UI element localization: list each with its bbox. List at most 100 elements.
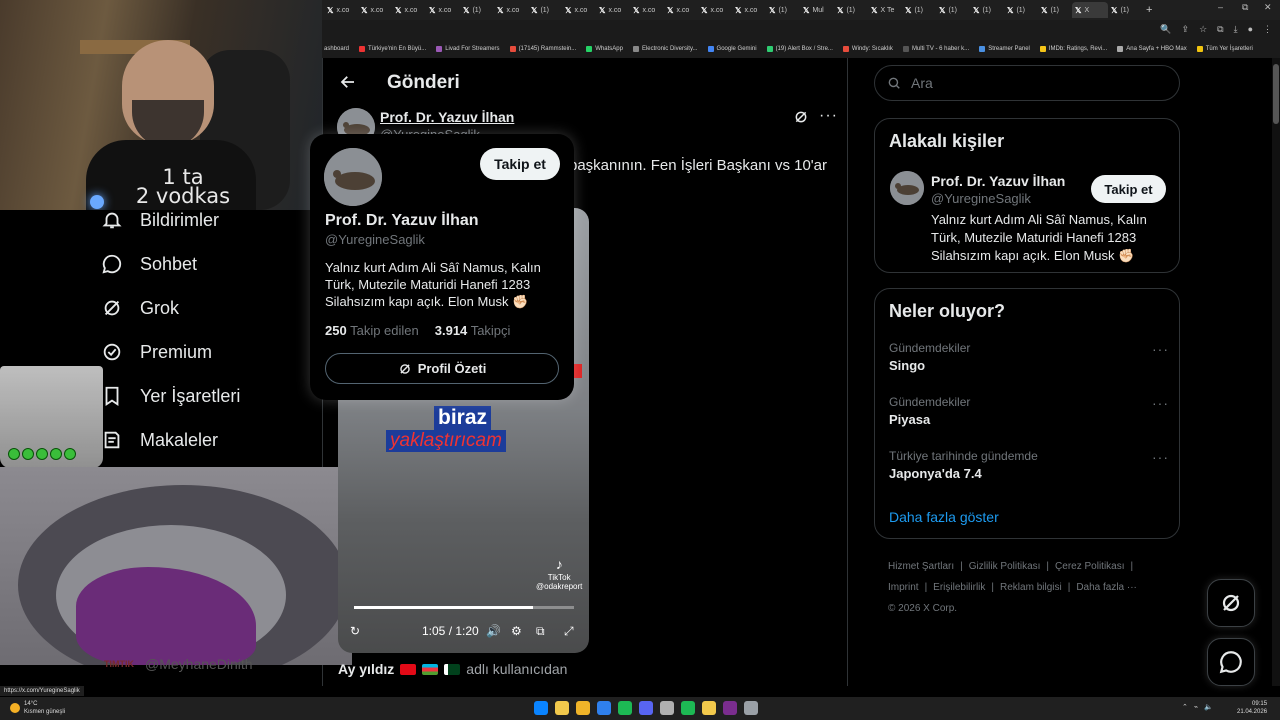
browser-tab[interactable]: 𝕏x.co bbox=[732, 2, 766, 18]
more-options-icon[interactable]: ··· bbox=[1152, 341, 1169, 357]
browser-tab[interactable]: 𝕏 (1) bbox=[902, 2, 936, 18]
grok-explain-icon[interactable] bbox=[793, 109, 809, 130]
taskbar-app-icon[interactable] bbox=[534, 701, 548, 715]
browser-tab[interactable]: 𝕏 (1) bbox=[936, 2, 970, 18]
settings-icon[interactable]: ⚙ bbox=[511, 624, 522, 638]
footer-link[interactable]: Hizmet Şartları bbox=[888, 561, 954, 572]
footer-link[interactable]: Imprint bbox=[888, 582, 919, 593]
footer-link[interactable]: Erişilebilirlik bbox=[933, 582, 985, 593]
taskbar-clock[interactable]: 09:15 21.04.2026 bbox=[1237, 700, 1267, 716]
more-options-icon[interactable]: ··· bbox=[819, 107, 838, 125]
attribution-name[interactable]: Ay yıldız bbox=[338, 661, 394, 677]
browser-tab[interactable]: 𝕏x.co bbox=[562, 2, 596, 18]
bookmark-item[interactable]: Livad For Streamers bbox=[436, 46, 500, 52]
video-progress-bar[interactable] bbox=[354, 606, 574, 609]
browser-tab[interactable]: 𝕏x.co bbox=[358, 2, 392, 18]
grok-fab-button[interactable] bbox=[1207, 579, 1255, 627]
browser-tab[interactable]: 𝕏 Mul bbox=[800, 2, 834, 18]
page-scrollbar[interactable] bbox=[1272, 58, 1280, 686]
hover-card-avatar[interactable] bbox=[324, 148, 382, 206]
taskbar-app-icon[interactable] bbox=[555, 701, 569, 715]
related-follow-button[interactable]: Takip et bbox=[1091, 175, 1166, 203]
zoom-icon[interactable]: 🔍 bbox=[1160, 24, 1171, 35]
bookmark-item[interactable]: Multi TV - 6 haber k... bbox=[902, 46, 969, 52]
new-tab-button[interactable]: + bbox=[1146, 4, 1152, 16]
extensions-icon[interactable]: ⧉ bbox=[1217, 24, 1223, 35]
footer-link[interactable]: Gizlilik Politikası bbox=[969, 561, 1041, 572]
scrollbar-thumb[interactable] bbox=[1273, 64, 1279, 124]
bookmark-item[interactable]: Streamer Panel bbox=[979, 46, 1030, 52]
browser-tab[interactable]: 𝕏 (1) bbox=[1004, 2, 1038, 18]
share-icon[interactable]: ⇪ bbox=[1182, 24, 1190, 35]
followers-stat[interactable]: 3.914 Takipçi bbox=[435, 323, 511, 338]
volume-icon[interactable]: 🔊 bbox=[486, 624, 501, 638]
pip-icon[interactable]: ⧉ bbox=[536, 624, 545, 639]
volume-icon[interactable]: 🔈 bbox=[1204, 703, 1213, 711]
following-stat[interactable]: 250 Takip edilen bbox=[325, 323, 419, 338]
taskbar-app-icon[interactable] bbox=[639, 701, 653, 715]
footer-link[interactable]: Çerez Politikası bbox=[1055, 561, 1124, 572]
browser-tab[interactable]: 𝕏x.co bbox=[664, 2, 698, 18]
hover-card-handle[interactable]: @YuregineSaglik bbox=[325, 232, 425, 247]
trend-item[interactable]: Gündemdekiler Piyasa ··· bbox=[889, 395, 1169, 427]
taskbar-app-icon[interactable] bbox=[681, 701, 695, 715]
search-input[interactable]: Ara bbox=[874, 65, 1180, 101]
bookmark-item[interactable]: ashboard bbox=[324, 46, 349, 52]
more-options-icon[interactable]: ··· bbox=[1152, 395, 1169, 411]
taskbar-app-icon[interactable] bbox=[744, 701, 758, 715]
bookmark-item[interactable]: Google Gemini bbox=[707, 46, 757, 52]
messages-fab-button[interactable] bbox=[1207, 638, 1255, 686]
browser-tab[interactable]: 𝕏x.co bbox=[630, 2, 664, 18]
fullscreen-icon[interactable]: ⤢ bbox=[564, 624, 574, 639]
trend-item[interactable]: Gündemdekiler Singo ··· bbox=[889, 341, 1169, 373]
browser-tab[interactable]: 𝕏 (1) bbox=[1108, 2, 1142, 18]
replay-icon[interactable]: ↻ bbox=[350, 624, 360, 638]
footer-link[interactable]: Daha fazla ··· bbox=[1076, 582, 1137, 593]
bookmark-item[interactable]: WhatsApp bbox=[586, 46, 623, 52]
back-button[interactable] bbox=[337, 71, 359, 93]
weather-widget[interactable]: 14°C Kısmen güneşli bbox=[10, 700, 65, 716]
taskbar-app-icon[interactable] bbox=[576, 701, 590, 715]
nav-bookmarks[interactable]: Yer İşaretleri bbox=[100, 384, 240, 408]
nav-premium[interactable]: Premium bbox=[100, 340, 212, 364]
browser-tab[interactable]: 𝕏x.co bbox=[426, 2, 460, 18]
browser-tab[interactable]: 𝕏 (1) bbox=[970, 2, 1004, 18]
bookmark-item[interactable]: Electronic Diversity... bbox=[632, 46, 698, 52]
nav-articles[interactable]: Makaleler bbox=[100, 428, 218, 452]
hover-follow-button[interactable]: Takip et bbox=[480, 148, 560, 180]
taskbar-app-icon[interactable] bbox=[723, 701, 737, 715]
related-handle[interactable]: @YuregineSaglik bbox=[931, 191, 1031, 206]
restore-button[interactable]: ⧉ bbox=[1242, 2, 1248, 13]
bookmark-item[interactable]: (17145) Rammstein... bbox=[509, 46, 576, 52]
browser-tab[interactable]: 𝕏 (1) bbox=[1038, 2, 1072, 18]
related-avatar[interactable] bbox=[890, 171, 924, 205]
taskbar-app-icon[interactable] bbox=[660, 701, 674, 715]
browser-tab[interactable]: 𝕏x.co bbox=[596, 2, 630, 18]
taskbar-app-icon[interactable] bbox=[618, 701, 632, 715]
download-icon[interactable]: ⤓ bbox=[1234, 24, 1238, 35]
browser-tab[interactable]: 𝕏x.co bbox=[324, 2, 358, 18]
show-more-link[interactable]: Daha fazla göster bbox=[889, 509, 999, 525]
more-options-icon[interactable]: ··· bbox=[1152, 449, 1169, 465]
browser-tab[interactable]: 𝕏 (1) bbox=[766, 2, 800, 18]
hover-card-name[interactable]: Prof. Dr. Yazuv İlhan bbox=[325, 212, 479, 230]
nav-chat[interactable]: Sohbet bbox=[100, 252, 197, 276]
taskbar-app-icon[interactable] bbox=[597, 701, 611, 715]
footer-link[interactable]: Reklam bilgisi bbox=[1000, 582, 1062, 593]
taskbar-app-icon[interactable] bbox=[702, 701, 716, 715]
browser-tab[interactable]: 𝕏x.co bbox=[392, 2, 426, 18]
bookmark-item[interactable]: Tüm Yer İşaretleri bbox=[1196, 46, 1253, 52]
bookmark-item[interactable]: Windy: Sıcaklık bbox=[842, 46, 893, 52]
profile-summary-button[interactable]: Profil Özeti bbox=[325, 353, 559, 384]
browser-tab[interactable]: 𝕏x.co bbox=[698, 2, 732, 18]
browser-tab[interactable]: 𝕏 (1) bbox=[528, 2, 562, 18]
bookmark-item[interactable]: Türkiye'nin En Büyü... bbox=[359, 46, 426, 52]
tray-chevron-icon[interactable]: ⌃ bbox=[1182, 703, 1188, 711]
author-name-link[interactable]: Prof. Dr. Yazuv İlhan bbox=[380, 109, 514, 125]
browser-tab[interactable]: 𝕏x.co bbox=[494, 2, 528, 18]
star-icon[interactable]: ☆ bbox=[1199, 24, 1207, 35]
browser-tab[interactable]: 𝕏X Te bbox=[868, 2, 902, 18]
close-window-button[interactable]: ✕ bbox=[1264, 2, 1272, 13]
browser-tab[interactable]: 𝕏 (1) bbox=[834, 2, 868, 18]
trend-item[interactable]: Türkiye tarihinde gündemde Japonya'da 7.… bbox=[889, 449, 1169, 481]
